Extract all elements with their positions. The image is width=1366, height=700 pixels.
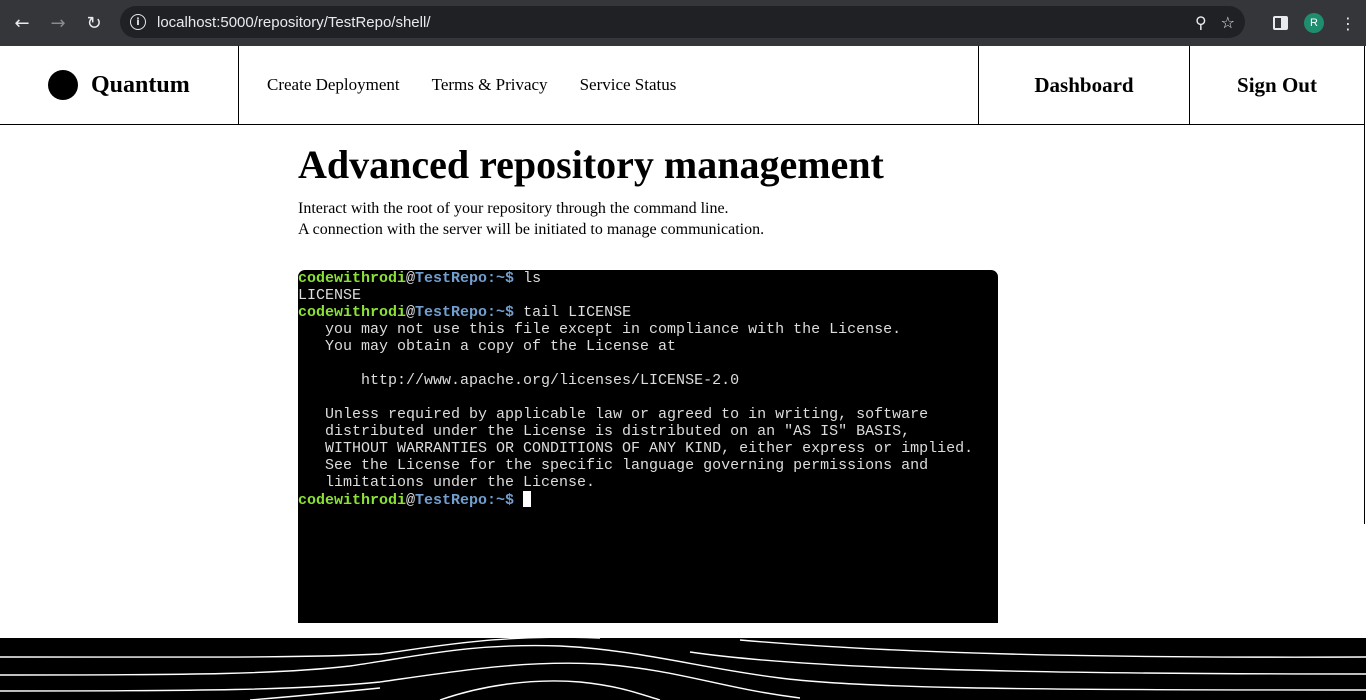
terminal-output-line: Unless required by applicable law or agr… — [298, 406, 929, 423]
menu-dots-icon[interactable]: ⋮ — [1340, 14, 1356, 33]
page-border — [1364, 46, 1365, 524]
forward-icon[interactable]: → — [40, 5, 76, 41]
site-info-icon[interactable]: i — [130, 14, 146, 30]
logo-icon — [48, 70, 78, 100]
site-header: Quantum Create Deployment Terms & Privac… — [0, 46, 1364, 125]
url-text[interactable]: localhost:5000/repository/TestRepo/shell… — [157, 14, 431, 31]
terminal-prompt[interactable]: codewithrodi@TestRepo:~$ — [298, 491, 998, 509]
terminal-line: codewithrodi@TestRepo:~$ tail LICENSE — [298, 304, 632, 321]
terminal-output-line: distributed under the License is distrib… — [298, 423, 911, 440]
terminal-line: codewithrodi@TestRepo:~$ ls — [298, 270, 542, 287]
brand[interactable]: Quantum — [0, 46, 239, 124]
nav-terms-privacy[interactable]: Terms & Privacy — [432, 75, 548, 95]
terminal-line: LICENSE — [298, 287, 362, 304]
reload-icon[interactable]: ↻ — [76, 5, 112, 41]
nav-service-status[interactable]: Service Status — [580, 75, 677, 95]
main-content: Advanced repository management Interact … — [298, 140, 998, 240]
decorative-waves — [0, 638, 1366, 700]
browser-toolbar: ← → ↻ i localhost:5000/repository/TestRe… — [0, 0, 1366, 46]
address-bar[interactable]: i localhost:5000/repository/TestRepo/she… — [120, 6, 1245, 38]
sign-out-button[interactable]: Sign Out — [1189, 46, 1364, 124]
back-icon[interactable]: ← — [4, 5, 40, 41]
profile-avatar[interactable]: R — [1304, 13, 1324, 33]
description-line-1: Interact with the root of your repositor… — [298, 200, 729, 217]
terminal-output-line: See the License for the specific languag… — [298, 457, 929, 474]
main-nav: Create Deployment Terms & Privacy Servic… — [239, 46, 978, 124]
brand-name: Quantum — [91, 71, 190, 98]
terminal-output-line: WITHOUT WARRANTIES OR CONDITIONS OF ANY … — [298, 440, 974, 457]
zoom-icon[interactable]: ⚲ — [1195, 13, 1207, 32]
terminal-output-line: you may not use this file except in comp… — [298, 321, 902, 338]
terminal-output-line: limitations under the License. — [298, 474, 596, 491]
description-line-2: A connection with the server will be ini… — [298, 221, 765, 238]
terminal[interactable]: codewithrodi@TestRepo:~$ ls LICENSE code… — [298, 270, 998, 623]
page-title: Advanced repository management — [298, 142, 884, 187]
terminal-output-line: http://www.apache.org/licenses/LICENSE-2… — [298, 372, 740, 389]
side-panel-icon[interactable] — [1273, 16, 1288, 30]
waves-graphic — [0, 638, 1366, 700]
bookmark-star-icon[interactable]: ☆ — [1221, 13, 1235, 32]
terminal-cursor — [523, 491, 532, 507]
description: Interact with the root of your repositor… — [298, 198, 998, 240]
nav-create-deployment[interactable]: Create Deployment — [267, 75, 400, 95]
terminal-output-line: You may obtain a copy of the License at — [298, 338, 677, 355]
dashboard-button[interactable]: Dashboard — [978, 46, 1189, 124]
